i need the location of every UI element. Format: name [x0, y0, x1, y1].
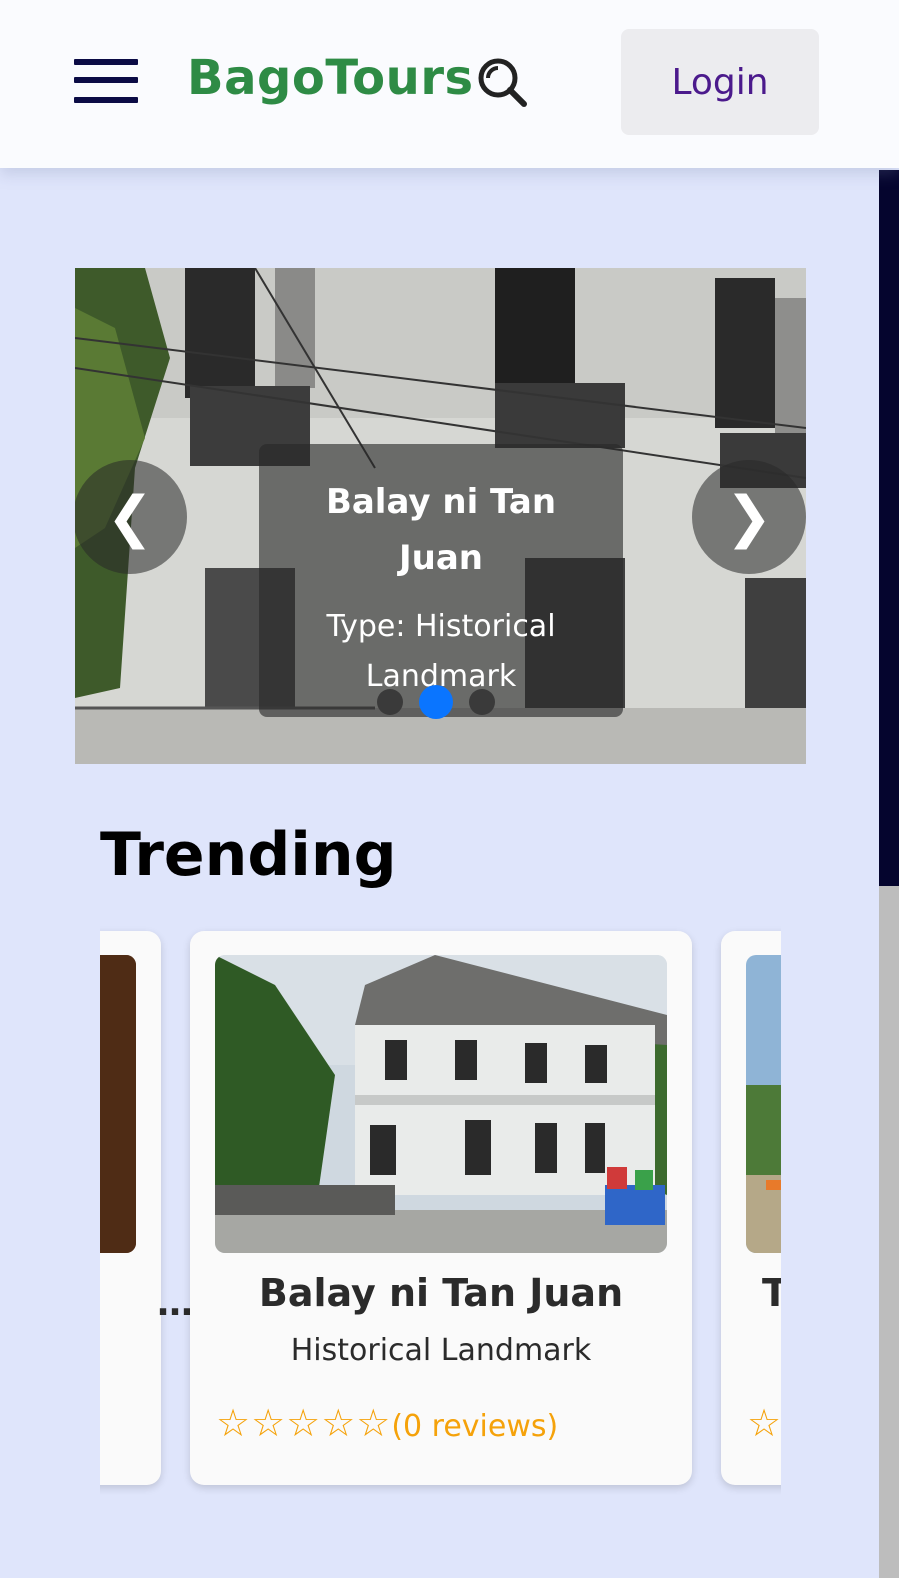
trending-card[interactable]: T ☆ — [721, 931, 781, 1485]
trending-carousel[interactable]: … Balay ni Tan Juan Historical Landmark … — [100, 925, 781, 1495]
carousel-title: Balay ni Tan Juan — [325, 482, 557, 578]
card-rating: ☆☆☆☆☆(0 reviews) — [216, 1401, 558, 1445]
carousel-caption: Balay ni Tan Juan Type: Historical Landm… — [259, 444, 623, 717]
carousel-dot[interactable] — [469, 689, 495, 715]
menu-bar — [74, 77, 138, 83]
trending-card[interactable]: Balay ni Tan Juan Historical Landmark ☆☆… — [190, 931, 692, 1485]
star-outline-icon: ☆ — [747, 1401, 781, 1445]
menu-bar — [74, 59, 138, 65]
menu-bar — [74, 97, 138, 103]
brand-logo-text[interactable]: BagoTours — [187, 50, 474, 106]
hero-carousel: ❮ ❯ Balay ni Tan Juan Type: Historical L… — [75, 268, 806, 764]
card-name-truncated: T — [762, 1271, 781, 1315]
star-outline-icon: ☆☆☆☆☆ — [216, 1401, 392, 1445]
carousel-prev-button[interactable]: ❮ — [75, 460, 187, 574]
search-icon[interactable] — [474, 54, 530, 110]
card-image — [100, 955, 136, 1253]
card-name: Balay ni Tan Juan — [258, 1271, 624, 1315]
trending-heading: Trending — [100, 820, 397, 890]
scrollbar-thumb[interactable] — [879, 170, 899, 886]
card-type: Historical Landmark — [290, 1333, 592, 1368]
review-count: (0 reviews) — [391, 1409, 559, 1444]
carousel-dot-active[interactable] — [419, 685, 453, 719]
card-image — [215, 955, 667, 1253]
trending-card[interactable]: … — [100, 931, 193, 1485]
carousel-dot[interactable] — [377, 689, 403, 715]
card-name-truncated: … — [157, 1283, 193, 1324]
top-navbar: BagoTours Login — [0, 0, 899, 168]
card-image — [746, 955, 781, 1253]
hamburger-menu-icon[interactable] — [74, 57, 138, 107]
carousel-next-button[interactable]: ❯ — [692, 460, 806, 574]
carousel-indicators — [377, 685, 495, 719]
login-button[interactable]: Login — [621, 29, 819, 135]
